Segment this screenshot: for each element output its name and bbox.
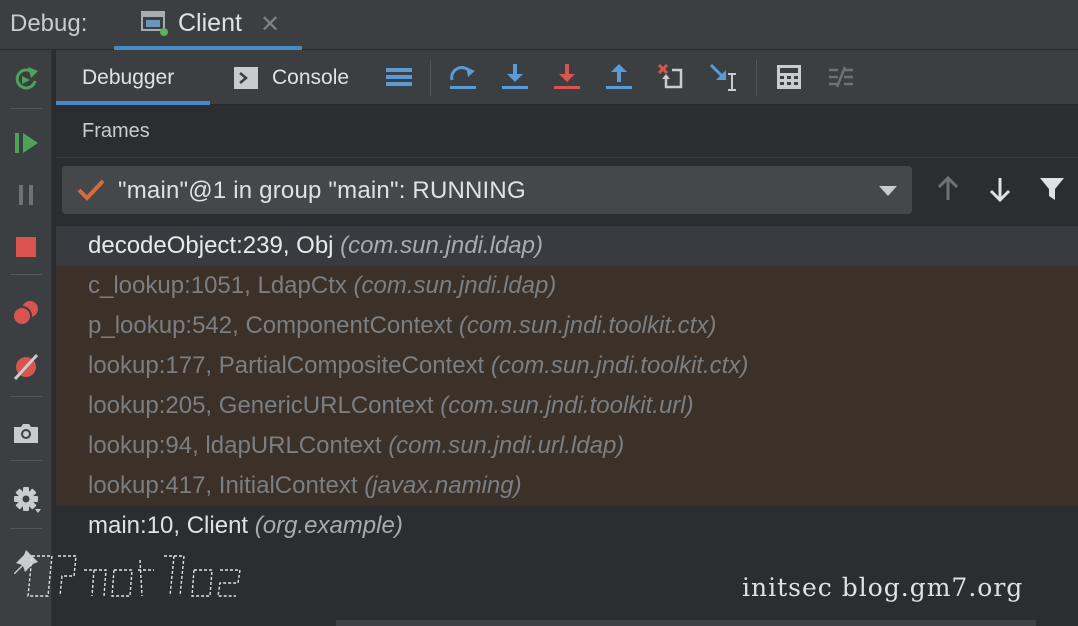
frame-row[interactable]: c_lookup:1051, LdapCtx (com.sun.jndi.lda…	[56, 266, 1078, 306]
chevron-down-icon	[879, 186, 897, 196]
frame-package: (javax.naming)	[364, 472, 522, 499]
left-debug-toolbar	[0, 50, 52, 626]
frame-method: lookup:94, ldapURLContext	[88, 432, 389, 459]
camera-icon[interactable]	[11, 418, 41, 448]
thread-dropdown[interactable]: "main"@1 in group "main": RUNNING	[62, 166, 912, 214]
pause-icon[interactable]	[11, 180, 41, 210]
debugger-tab-bar: Debugger Console	[56, 50, 1078, 105]
tab-client[interactable]: Client ✕	[114, 0, 302, 50]
frames-list: decodeObject:239, Obj (com.sun.jndi.ldap…	[56, 226, 1078, 546]
frame-row[interactable]: lookup:177, PartialCompositeContext (com…	[56, 346, 1078, 386]
run-to-cursor-icon[interactable]	[708, 62, 738, 92]
frame-method: lookup:177, PartialCompositeContext	[88, 352, 491, 379]
drop-frame-icon[interactable]	[656, 62, 686, 92]
step-out-icon[interactable]	[604, 62, 634, 92]
frame-row[interactable]: lookup:205, GenericURLContext (com.sun.j…	[56, 386, 1078, 426]
toolbar-separator	[10, 108, 42, 109]
window-icon	[141, 11, 168, 36]
frame-row[interactable]: main:10, Client (org.example)	[56, 506, 1078, 546]
frame-row[interactable]: lookup:94, ldapURLContext (com.sun.jndi.…	[56, 426, 1078, 466]
thread-label: "main"@1 in group "main": RUNNING	[118, 177, 526, 204]
frame-package: (com.sun.jndi.toolkit.url)	[440, 392, 694, 419]
debug-tool-window-header: Debug: Client ✕	[0, 0, 1078, 50]
frame-row[interactable]: lookup:417, InitialContext (javax.naming…	[56, 466, 1078, 506]
arrow-up-icon[interactable]	[934, 174, 962, 204]
tab-client-label: Client	[178, 9, 242, 37]
tab-debugger-label: Debugger	[82, 66, 175, 89]
console-icon	[234, 67, 258, 89]
frame-package: (com.sun.jndi.ldap)	[340, 232, 543, 259]
check-icon	[77, 179, 105, 201]
frame-package: (com.sun.jndi.toolkit.ctx)	[458, 312, 717, 339]
frames-title: Frames	[82, 120, 150, 142]
frame-row[interactable]: decodeObject:239, Obj (com.sun.jndi.ldap…	[56, 226, 1078, 266]
frame-method: lookup:417, InitialContext	[88, 472, 365, 499]
frame-method: decodeObject:239, Obj	[88, 232, 341, 259]
toolbar-separator	[10, 396, 42, 397]
step-into-icon[interactable]	[500, 62, 530, 92]
resume-icon[interactable]	[11, 128, 41, 158]
evaluate-expression-icon[interactable]	[774, 62, 804, 92]
tab-debugger[interactable]: Debugger	[56, 50, 210, 105]
frame-package: (com.sun.jndi.toolkit.ctx)	[490, 352, 749, 379]
step-over-icon[interactable]	[448, 62, 478, 92]
tab-console-label: Console	[272, 66, 350, 89]
logo-art	[27, 555, 241, 597]
frame-package: (com.sun.jndi.ldap)	[353, 272, 557, 299]
frame-package: (org.example)	[254, 512, 403, 539]
filter-icon[interactable]	[1038, 174, 1066, 204]
frame-method: p_lookup:542, ComponentContext	[88, 312, 459, 339]
horizontal-scrollbar[interactable]	[336, 620, 1036, 626]
frame-method: lookup:205, GenericURLContext	[88, 392, 441, 419]
toolbar-separator	[10, 460, 42, 461]
settings-icon[interactable]	[11, 484, 41, 514]
debug-label: Debug:	[10, 10, 88, 37]
close-icon[interactable]: ✕	[260, 10, 280, 39]
rerun-icon[interactable]	[11, 64, 41, 94]
toolbar-separator	[430, 60, 431, 96]
threads-list-icon[interactable]	[384, 62, 414, 92]
trace-icon[interactable]	[826, 62, 856, 92]
frame-row[interactable]: p_lookup:542, ComponentContext (com.sun.…	[56, 306, 1078, 346]
toolbar-separator	[10, 274, 42, 275]
tab-console[interactable]: Console	[234, 50, 374, 105]
mute-breakpoints-icon[interactable]	[11, 352, 41, 382]
watermark-text: initsec blog.gm7.org	[742, 573, 1024, 602]
toolbar-separator	[10, 528, 42, 529]
arrow-down-icon[interactable]	[986, 174, 1014, 204]
force-step-into-icon[interactable]	[552, 62, 582, 92]
view-breakpoints-icon[interactable]	[11, 298, 41, 328]
frame-method: c_lookup:1051, LdapCtx	[88, 272, 354, 299]
frame-method: main:10, Client	[88, 512, 255, 539]
stop-icon[interactable]	[11, 232, 41, 262]
frames-header: Frames	[56, 106, 1078, 158]
toolbar-separator	[756, 60, 757, 96]
frame-package: (com.sun.jndi.url.ldap)	[388, 432, 625, 459]
thread-selector-row: "main"@1 in group "main": RUNNING	[56, 158, 1078, 226]
